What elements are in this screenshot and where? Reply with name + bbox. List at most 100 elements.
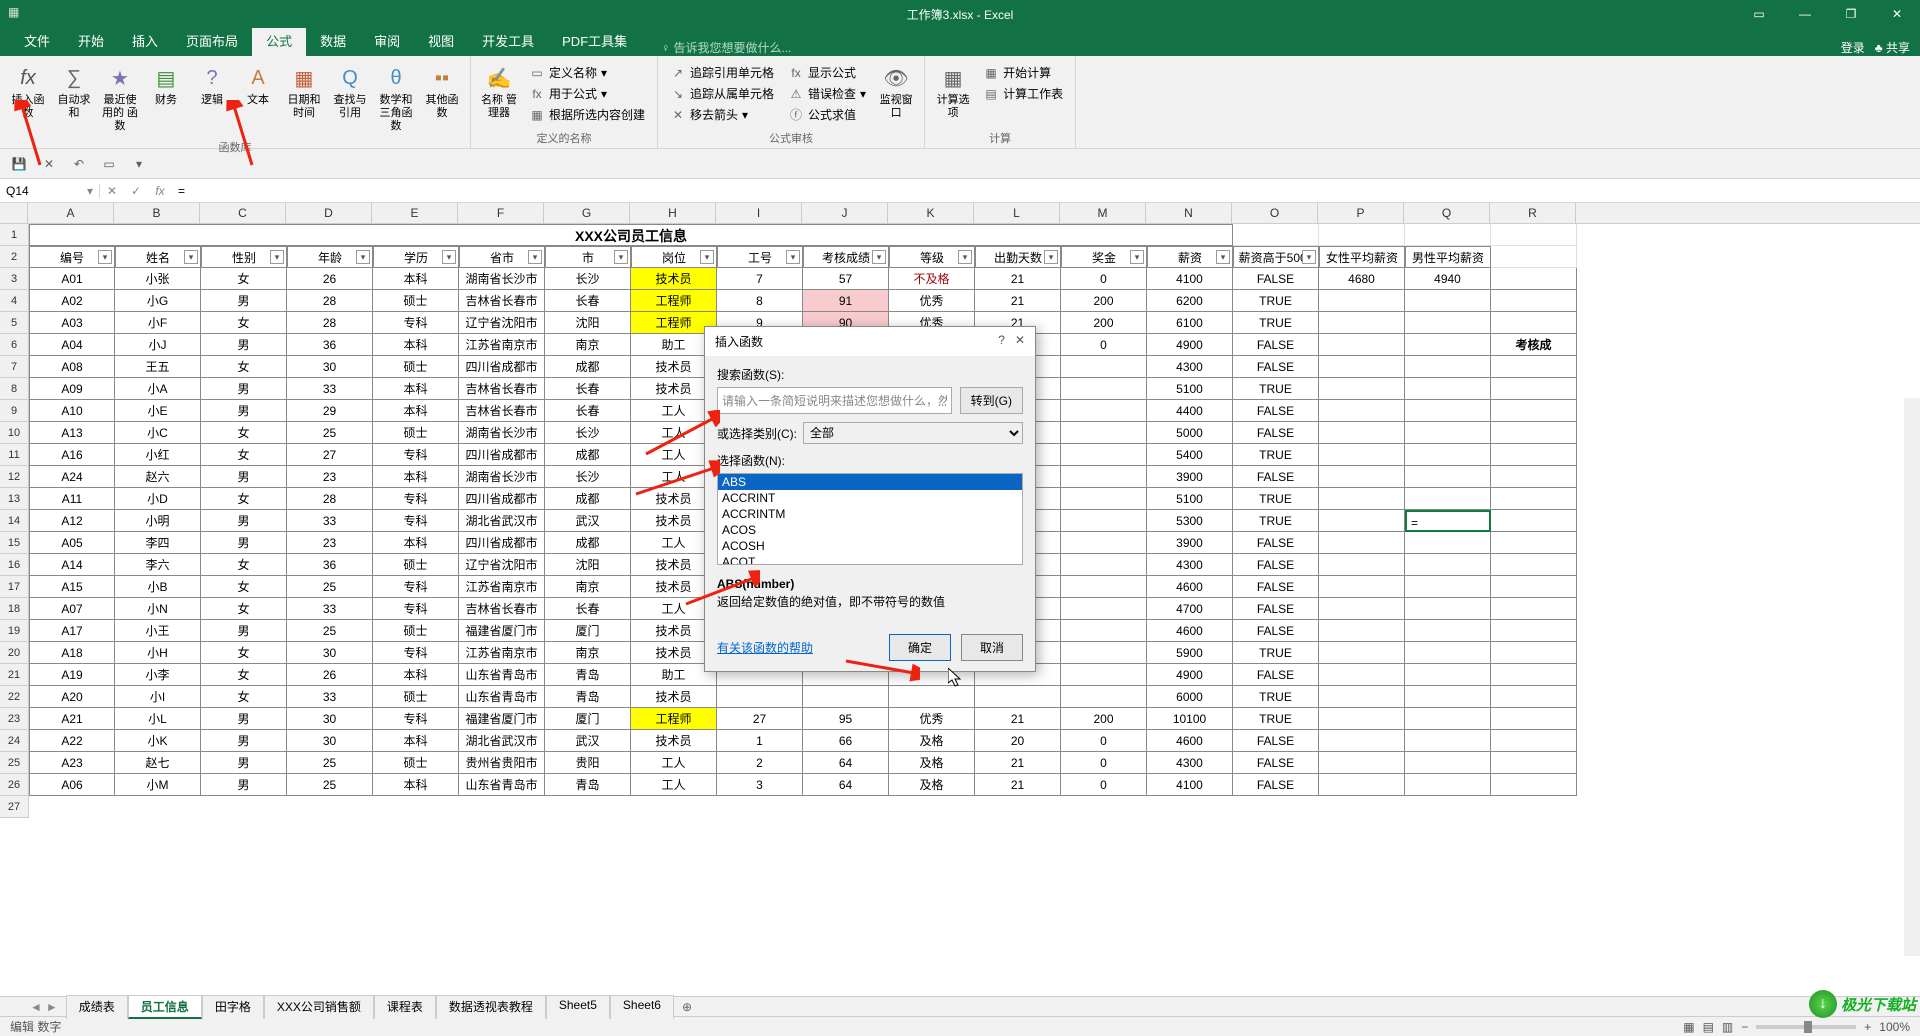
data-cell[interactable] — [1061, 664, 1147, 686]
column-header[interactable]: K — [888, 203, 974, 223]
data-cell[interactable]: 李六 — [115, 554, 201, 576]
data-cell[interactable]: 28 — [287, 488, 373, 510]
data-cell[interactable]: 30 — [287, 356, 373, 378]
data-cell[interactable]: 200 — [1061, 708, 1147, 730]
column-header-cell[interactable]: 省市▾ — [459, 246, 545, 268]
ribbon-options-icon[interactable]: ▭ — [1736, 0, 1782, 28]
data-cell[interactable]: FALSE — [1233, 422, 1319, 444]
data-cell[interactable]: 本科 — [373, 466, 459, 488]
data-cell[interactable] — [1061, 510, 1147, 532]
data-cell[interactable]: 小E — [115, 400, 201, 422]
data-cell[interactable]: 长春 — [545, 598, 631, 620]
data-cell[interactable]: 硕士 — [373, 422, 459, 444]
add-sheet-button[interactable]: ⊕ — [674, 998, 700, 1016]
data-cell[interactable] — [1405, 576, 1491, 598]
data-cell[interactable] — [1405, 466, 1491, 488]
data-cell[interactable]: 李四 — [115, 532, 201, 554]
data-cell[interactable]: 4940 — [1405, 268, 1491, 290]
insert-function-button[interactable]: fx插入函数 — [6, 60, 50, 137]
column-header[interactable]: J — [802, 203, 888, 223]
data-cell[interactable]: 长春 — [545, 290, 631, 312]
data-cell[interactable] — [1319, 312, 1405, 334]
data-cell[interactable]: 21 — [975, 268, 1061, 290]
row-header[interactable]: 6 — [0, 334, 28, 356]
data-cell[interactable]: 91 — [803, 290, 889, 312]
row-header[interactable]: 2 — [0, 246, 28, 268]
data-cell[interactable] — [1491, 356, 1577, 378]
data-cell[interactable] — [1405, 664, 1491, 686]
column-header[interactable]: Q — [1404, 203, 1490, 223]
filter-button[interactable]: ▾ — [1302, 250, 1316, 264]
create-from-sel-button[interactable]: ▦根据所选内容创建 — [523, 104, 651, 125]
data-cell[interactable] — [1491, 400, 1577, 422]
data-cell[interactable]: FALSE — [1233, 532, 1319, 554]
data-cell[interactable]: 武汉 — [545, 510, 631, 532]
data-cell[interactable]: 硕士 — [373, 554, 459, 576]
data-cell[interactable]: FALSE — [1233, 576, 1319, 598]
data-cell[interactable]: 95 — [803, 708, 889, 730]
show-formulas-button[interactable]: fx显示公式 — [782, 62, 872, 83]
column-header-cell[interactable]: 考核成绩▾ — [803, 246, 889, 268]
column-header[interactable]: H — [630, 203, 716, 223]
data-cell[interactable]: 技术员 — [631, 730, 717, 752]
function-list-item[interactable]: ACCRINTM — [718, 506, 1022, 522]
filter-button[interactable]: ▾ — [98, 250, 112, 264]
data-cell[interactable]: 四川省成都市 — [459, 488, 545, 510]
data-cell[interactable]: A16 — [29, 444, 115, 466]
row-header[interactable]: 22 — [0, 686, 28, 708]
data-cell[interactable]: 4680 — [1319, 268, 1405, 290]
data-cell[interactable] — [1491, 422, 1577, 444]
data-cell[interactable] — [1491, 444, 1577, 466]
data-cell[interactable] — [1319, 664, 1405, 686]
data-cell[interactable]: 7 — [717, 268, 803, 290]
data-cell[interactable]: 专科 — [373, 642, 459, 664]
data-cell[interactable] — [1405, 708, 1491, 730]
data-cell[interactable]: TRUE — [1233, 642, 1319, 664]
data-cell[interactable]: FALSE — [1233, 774, 1319, 796]
data-cell[interactable]: 南京 — [545, 576, 631, 598]
data-cell[interactable]: 辽宁省沈阳市 — [459, 312, 545, 334]
data-cell[interactable]: A14 — [29, 554, 115, 576]
data-cell[interactable]: 本科 — [373, 378, 459, 400]
filter-button[interactable]: ▾ — [356, 250, 370, 264]
data-cell[interactable]: FALSE — [1233, 356, 1319, 378]
data-cell[interactable]: 28 — [287, 290, 373, 312]
data-cell[interactable]: 硕士 — [373, 620, 459, 642]
fx-icon[interactable]: fx — [148, 184, 172, 198]
data-cell[interactable]: 长沙 — [545, 466, 631, 488]
qat-dropdown-icon[interactable]: ▾ — [130, 155, 148, 173]
data-cell[interactable]: 硕士 — [373, 686, 459, 708]
data-cell[interactable] — [1405, 378, 1491, 400]
data-cell[interactable]: 工人 — [631, 774, 717, 796]
data-cell[interactable]: 吉林省长春市 — [459, 400, 545, 422]
filter-button[interactable]: ▾ — [184, 250, 198, 264]
data-cell[interactable]: FALSE — [1233, 730, 1319, 752]
data-cell[interactable] — [1405, 774, 1491, 796]
data-cell[interactable]: 男 — [201, 774, 287, 796]
data-cell[interactable]: 0 — [1061, 774, 1147, 796]
sheet-tab[interactable]: Sheet6 — [610, 995, 674, 1019]
data-cell[interactable]: 30 — [287, 642, 373, 664]
data-cell[interactable] — [717, 686, 803, 708]
data-cell[interactable] — [1405, 334, 1491, 356]
data-cell[interactable]: 南京 — [545, 334, 631, 356]
data-cell[interactable]: 沈阳 — [545, 554, 631, 576]
data-cell[interactable]: 21 — [975, 708, 1061, 730]
function-list[interactable]: ABSACCRINTACCRINTMACOSACOSHACOTACOTH — [717, 473, 1023, 565]
data-cell[interactable] — [1405, 554, 1491, 576]
data-cell[interactable]: TRUE — [1233, 686, 1319, 708]
data-cell[interactable]: 小G — [115, 290, 201, 312]
data-cell[interactable]: 4600 — [1147, 620, 1233, 642]
data-cell[interactable]: A20 — [29, 686, 115, 708]
tab-formulas[interactable]: 公式 — [252, 25, 306, 56]
view-normal-icon[interactable]: ▦ — [1683, 1020, 1694, 1034]
data-cell[interactable]: 南京 — [545, 642, 631, 664]
data-cell[interactable] — [1061, 378, 1147, 400]
data-cell[interactable]: 小红 — [115, 444, 201, 466]
math-button[interactable]: θ数学和 三角函数 — [374, 60, 418, 137]
data-cell[interactable]: 25 — [287, 422, 373, 444]
sheet-tab[interactable]: 成绩表 — [66, 995, 128, 1019]
data-cell[interactable] — [1319, 708, 1405, 730]
trace-dependents-button[interactable]: ↘追踪从属单元格 — [664, 83, 780, 104]
data-cell[interactable]: 赵六 — [115, 466, 201, 488]
